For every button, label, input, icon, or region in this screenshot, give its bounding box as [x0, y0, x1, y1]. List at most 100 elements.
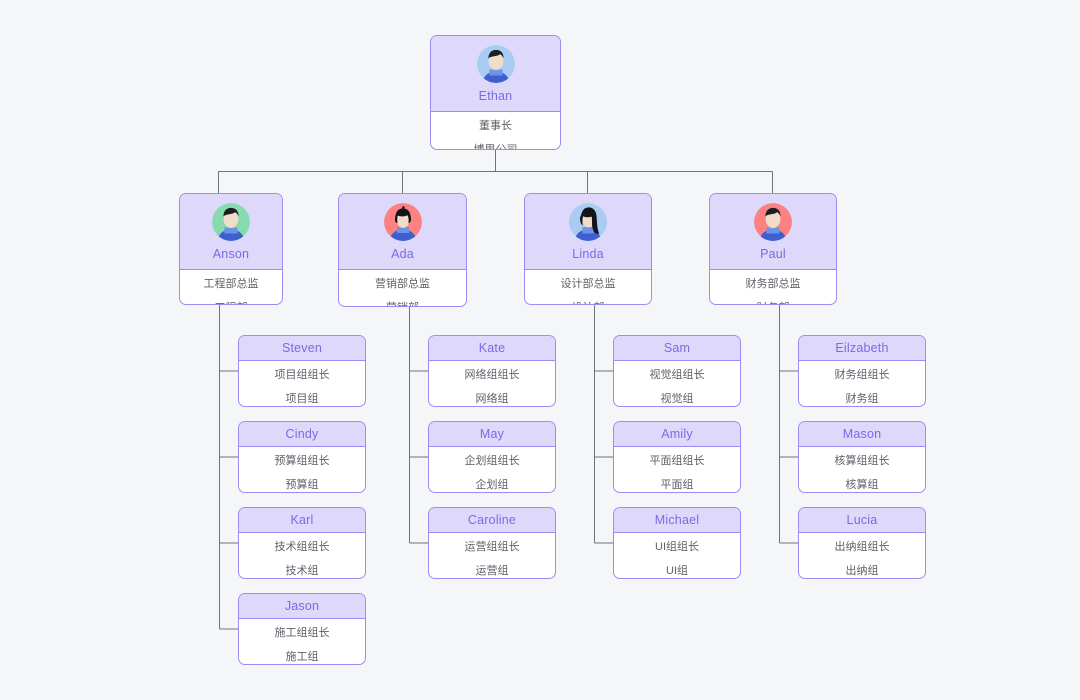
node-body-steven: 项目组组长 项目组	[239, 361, 365, 405]
node-body-karl: 技术组组长 技术组	[239, 533, 365, 577]
org-node-ada[interactable]: Ada 营销部总监 营销部	[338, 193, 467, 307]
node-body-caroline: 运营组组长 运营组	[429, 533, 555, 577]
avatar-female-pink-icon	[383, 203, 422, 241]
node-title-michael: UI组组长	[655, 541, 699, 553]
node-header-lucia: Lucia	[799, 508, 925, 533]
node-title-anson: 工程部总监	[203, 277, 259, 290]
org-node-steven[interactable]: Steven 项目组组长 项目组	[238, 335, 366, 407]
avatar-male-green-icon	[212, 203, 250, 241]
avatar-male-blue-icon	[476, 45, 515, 83]
node-dept-caroline: 运营组	[475, 565, 509, 577]
node-name-jason: Jason	[284, 598, 320, 613]
node-header-caroline: Caroline	[429, 508, 555, 533]
node-dept-cindy: 预算组	[285, 479, 319, 491]
node-header-jason: Jason	[239, 594, 365, 619]
node-body-eilzabeth: 财务组组长 财务组	[799, 361, 925, 405]
node-title-linda: 设计部总监	[560, 277, 616, 290]
node-header-cindy: Cindy	[239, 422, 365, 447]
org-node-sam[interactable]: Sam 视觉组组长 视觉组	[613, 335, 741, 407]
node-header-ada: Ada	[339, 194, 466, 270]
node-header-eilzabeth: Eilzabeth	[799, 336, 925, 361]
node-header-mason: Mason	[799, 422, 925, 447]
node-title-lucia: 出纳组组长	[834, 541, 890, 553]
org-node-karl[interactable]: Karl 技术组组长 技术组	[238, 507, 366, 579]
org-node-kate[interactable]: Kate 网络组组长 网络组	[428, 335, 556, 407]
node-dept-may: 企划组	[475, 479, 509, 491]
node-dept-paul: 财务部	[710, 302, 836, 304]
node-title-mason: 核算组组长	[834, 455, 890, 467]
node-dept-amily: 平面组	[660, 479, 694, 491]
node-header-ethan: Ethan	[431, 36, 560, 112]
node-title-kate: 网络组组长	[464, 369, 520, 381]
node-header-linda: Linda	[525, 194, 651, 270]
org-node-michael[interactable]: Michael UI组组长 UI组	[613, 507, 741, 579]
node-name-kate: Kate	[478, 340, 506, 355]
node-dept-michael: UI组	[666, 565, 688, 577]
org-node-may[interactable]: May 企划组组长 企划组	[428, 421, 556, 493]
node-header-sam: Sam	[614, 336, 740, 361]
node-dept-anson: 工程部	[180, 302, 282, 304]
org-node-eilzabeth[interactable]: Eilzabeth 财务组组长 财务组	[798, 335, 926, 407]
node-title-jason: 施工组组长	[274, 627, 330, 639]
org-node-ethan[interactable]: Ethan 董事长 博思公司	[430, 35, 561, 150]
node-body-ethan: 董事长 博思公司	[431, 112, 560, 149]
node-dept-lucia: 出纳组	[845, 565, 879, 577]
org-node-paul[interactable]: Paul 财务部总监 财务部	[709, 193, 837, 305]
node-dept-ada: 营销部	[339, 302, 466, 306]
node-body-kate: 网络组组长 网络组	[429, 361, 555, 405]
org-node-cindy[interactable]: Cindy 预算组组长 预算组	[238, 421, 366, 493]
node-body-paul: 财务部总监 财务部	[710, 270, 836, 304]
node-name-ada: Ada	[391, 247, 414, 261]
node-title-sam: 视觉组组长	[649, 369, 705, 381]
node-name-amily: Amily	[661, 426, 693, 441]
avatar-female-blue-icon	[569, 203, 607, 241]
org-node-caroline[interactable]: Caroline 运营组组长 运营组	[428, 507, 556, 579]
node-body-cindy: 预算组组长 预算组	[239, 447, 365, 491]
node-body-linda: 设计部总监 设计部	[525, 270, 651, 304]
node-body-ada: 营销部总监 营销部	[339, 270, 466, 306]
node-title-amily: 平面组组长	[649, 455, 705, 467]
node-header-michael: Michael	[614, 508, 740, 533]
org-node-jason[interactable]: Jason 施工组组长 施工组	[238, 593, 366, 665]
node-dept-mason: 核算组	[845, 479, 879, 491]
node-body-anson: 工程部总监 工程部	[180, 270, 282, 304]
node-name-karl: Karl	[290, 512, 314, 527]
node-title-karl: 技术组组长	[274, 541, 330, 553]
node-title-eilzabeth: 财务组组长	[834, 369, 890, 381]
node-name-ethan: Ethan	[478, 89, 513, 103]
node-dept-sam: 视觉组	[660, 393, 694, 405]
node-header-karl: Karl	[239, 508, 365, 533]
node-title-caroline: 运营组组长	[464, 541, 520, 553]
node-body-jason: 施工组组长 施工组	[239, 619, 365, 663]
node-title-ethan: 董事长	[479, 119, 512, 132]
node-title-steven: 项目组组长	[274, 369, 330, 381]
node-name-anson: Anson	[212, 247, 250, 261]
node-body-amily: 平面组组长 平面组	[614, 447, 740, 491]
node-dept-linda: 设计部	[525, 302, 651, 304]
node-dept-karl: 技术组	[285, 565, 319, 577]
node-header-anson: Anson	[180, 194, 282, 270]
node-header-amily: Amily	[614, 422, 740, 447]
node-name-linda: Linda	[572, 247, 604, 261]
node-body-sam: 视觉组组长 视觉组	[614, 361, 740, 405]
node-dept-jason: 施工组	[285, 651, 319, 663]
node-name-michael: Michael	[654, 512, 700, 527]
org-node-amily[interactable]: Amily 平面组组长 平面组	[613, 421, 741, 493]
node-body-michael: UI组组长 UI组	[614, 533, 740, 577]
node-name-paul: Paul	[760, 247, 786, 261]
node-name-cindy: Cindy	[285, 426, 319, 441]
node-name-steven: Steven	[281, 340, 323, 355]
node-header-paul: Paul	[710, 194, 836, 270]
node-name-mason: Mason	[842, 426, 882, 441]
org-node-anson[interactable]: Anson 工程部总监 工程部	[179, 193, 283, 305]
org-node-lucia[interactable]: Lucia 出纳组组长 出纳组	[798, 507, 926, 579]
org-node-mason[interactable]: Mason 核算组组长 核算组	[798, 421, 926, 493]
avatar-male-pink-icon	[754, 203, 792, 241]
node-name-caroline: Caroline	[467, 512, 517, 527]
org-node-linda[interactable]: Linda 设计部总监 设计部	[524, 193, 652, 305]
node-body-may: 企划组组长 企划组	[429, 447, 555, 491]
node-header-kate: Kate	[429, 336, 555, 361]
node-name-may: May	[479, 426, 505, 441]
node-dept-eilzabeth: 财务组	[845, 393, 879, 405]
node-title-may: 企划组组长	[464, 455, 520, 467]
